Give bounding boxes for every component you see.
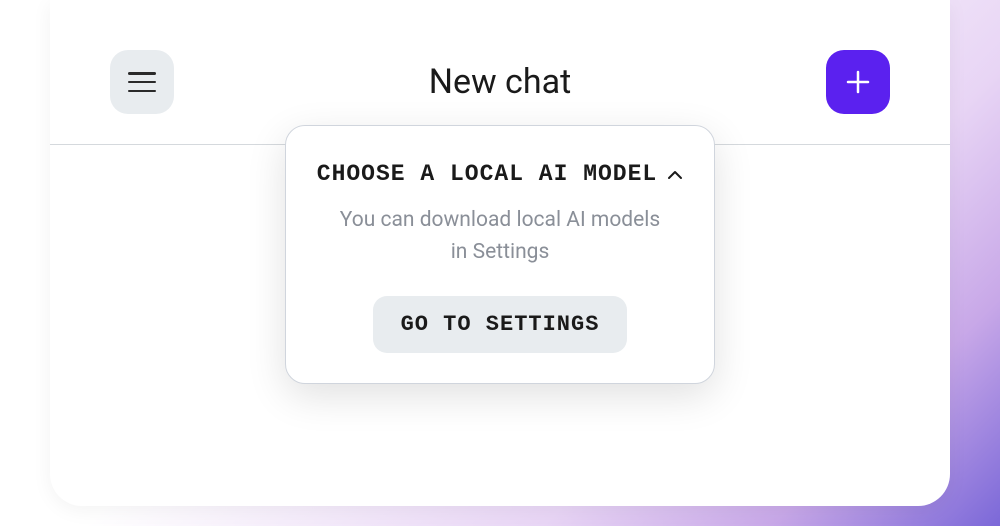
page-title: New chat [429,62,571,102]
new-chat-button[interactable] [826,50,890,114]
menu-button[interactable] [110,50,174,114]
chevron-up-icon [667,164,683,185]
go-to-settings-button[interactable]: GO TO SETTINGS [373,296,628,353]
plus-icon [844,68,872,96]
popover-header[interactable]: CHOOSE A LOCAL AI MODEL [316,161,684,187]
popover-title: CHOOSE A LOCAL AI MODEL [317,161,657,187]
hamburger-icon [128,72,156,92]
main-card: New chat CHOOSE A LOCAL AI MODEL You can… [50,0,950,506]
model-selector-popover: CHOOSE A LOCAL AI MODEL You can download… [285,125,715,384]
popover-description: You can download local AI models in Sett… [316,205,684,268]
header: New chat [50,0,950,144]
